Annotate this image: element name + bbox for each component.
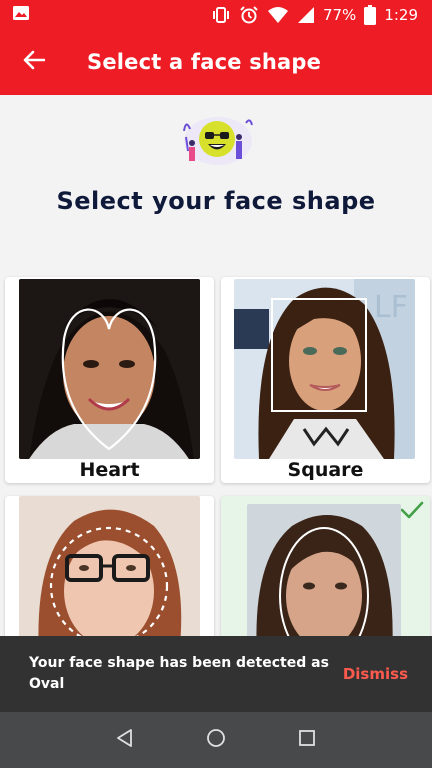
section-heading: Select your face shape	[56, 187, 376, 215]
nav-back-button[interactable]	[105, 720, 145, 760]
page-title: Select a face shape	[87, 50, 322, 74]
face-card-round[interactable]	[5, 496, 214, 636]
signal-icon	[297, 6, 315, 24]
battery-icon	[364, 4, 377, 25]
back-triangle-icon	[116, 729, 134, 751]
nav-recents-button[interactable]	[287, 720, 327, 760]
face-card-square-label: Square	[287, 459, 364, 481]
status-bar: 77% 1:29	[0, 0, 432, 29]
home-circle-icon	[206, 728, 226, 752]
back-button[interactable]	[11, 39, 57, 85]
smiley-illustration	[176, 111, 256, 166]
arrow-back-icon	[23, 50, 46, 74]
svg-text:LF: LF	[374, 290, 408, 325]
dismiss-button[interactable]: Dismiss	[343, 665, 408, 683]
battery-percent: 77%	[322, 5, 357, 24]
square-face-photo: LF	[234, 279, 415, 459]
image-icon	[12, 5, 30, 25]
clock: 1:29	[384, 5, 418, 24]
alarm-icon	[239, 5, 259, 25]
recents-square-icon	[298, 729, 316, 751]
nav-home-button[interactable]	[196, 720, 236, 760]
heart-face-photo	[19, 279, 200, 459]
oval-face-photo	[247, 504, 401, 636]
face-card-heart-label: Heart	[79, 459, 140, 481]
system-nav-bar	[0, 712, 432, 768]
snackbar: Your face shape has been detected as Ova…	[0, 636, 432, 712]
round-face-photo	[19, 496, 200, 636]
face-shape-screen: Select your face shape Heart LF Square	[0, 95, 432, 636]
wifi-icon	[267, 6, 289, 24]
check-icon	[400, 500, 424, 524]
snackbar-message: Your face shape has been detected as Ova…	[29, 655, 329, 692]
app-bar: Select a face shape	[0, 29, 432, 95]
face-card-heart[interactable]: Heart	[5, 277, 214, 483]
face-card-oval[interactable]	[221, 496, 430, 636]
face-card-square[interactable]: LF Square	[221, 277, 430, 483]
vibrate-icon	[211, 6, 231, 24]
